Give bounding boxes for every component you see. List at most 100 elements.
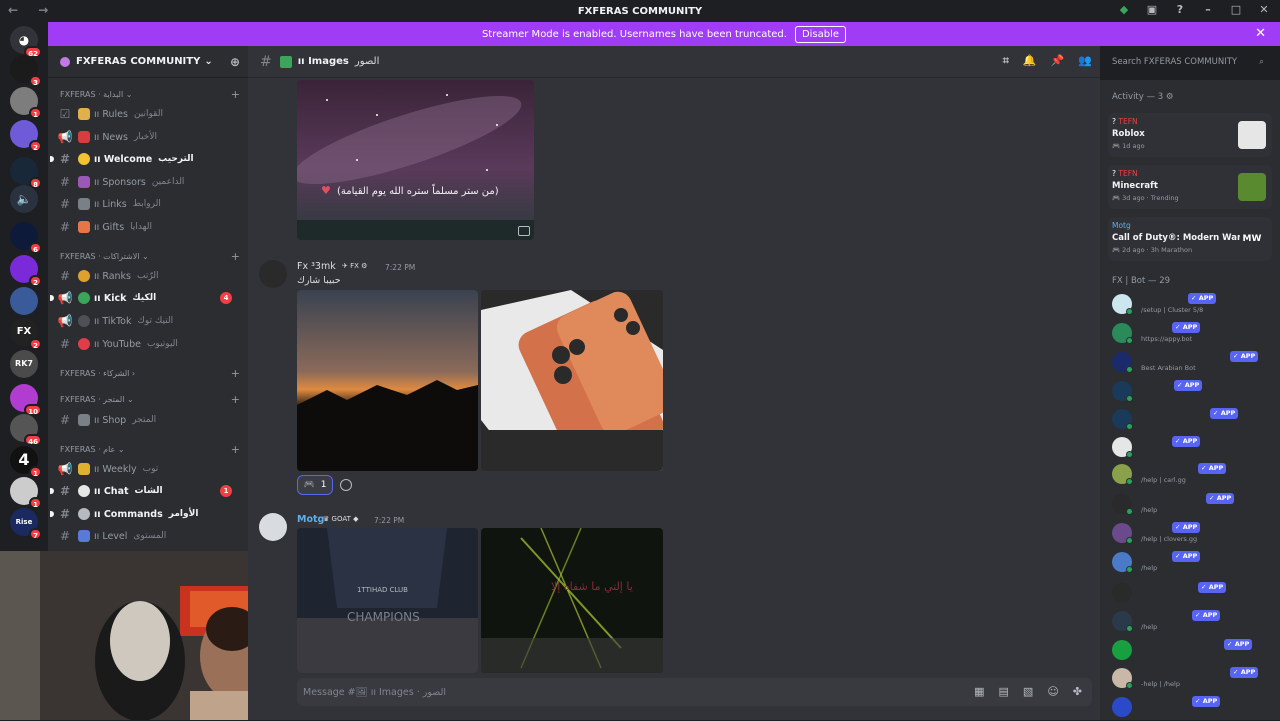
settings-icon[interactable]: ⚙ bbox=[1166, 92, 1174, 102]
message-author[interactable]: Fx ³3mk bbox=[297, 261, 336, 272]
create-channel-icon[interactable]: + bbox=[231, 250, 240, 263]
activity-card[interactable]: Motg Call of Duty®: Modern Warf... 🎮 2d … bbox=[1108, 217, 1272, 261]
channel-category[interactable]: FXFERAS · الاشتراكات ⌄ + bbox=[60, 250, 240, 266]
server-icon[interactable] bbox=[10, 287, 38, 315]
avatar[interactable] bbox=[259, 260, 287, 288]
member-item[interactable]: ✓ APP /help bbox=[1112, 609, 1272, 635]
image-text: يا إلتي ما شفاه إلا bbox=[551, 580, 633, 593]
channel-shop[interactable]: # ıı Shop المتجر bbox=[56, 410, 242, 430]
member-item[interactable]: ✓ APP /help | clovers.gg bbox=[1112, 521, 1272, 547]
image-text: 1TTIHAD CLUB bbox=[357, 586, 408, 594]
emoji-icon[interactable]: ☺ bbox=[1047, 685, 1058, 698]
activity-card[interactable]: ? TEFN Minecraft 🎮 3d ago · Trending bbox=[1108, 165, 1272, 209]
server-icon[interactable]: 2 bbox=[10, 120, 42, 152]
member-item[interactable]: ✓ APP -help | /help bbox=[1112, 666, 1272, 692]
trophy-icon bbox=[78, 463, 90, 475]
nitro-icon[interactable]: ◆ bbox=[1118, 3, 1130, 16]
member-item[interactable]: ✓ APP /help | carl.gg bbox=[1112, 462, 1272, 488]
minimize-icon[interactable]: – bbox=[1202, 3, 1214, 16]
create-channel-icon[interactable]: + bbox=[231, 393, 240, 406]
create-channel-icon[interactable]: + bbox=[231, 367, 240, 380]
member-item[interactable]: ✓ APP https://appy.bot bbox=[1112, 321, 1272, 347]
help-icon[interactable]: ? bbox=[1174, 3, 1186, 16]
search-input[interactable]: Search FXFERAS COMMUNITY ⌕ bbox=[1106, 52, 1270, 72]
app-badge: ✓ APP bbox=[1210, 408, 1239, 419]
reaction-pill[interactable]: 🎮 1 bbox=[297, 475, 333, 495]
members-icon[interactable]: 👥 bbox=[1078, 54, 1092, 68]
guild-header[interactable]: FXFERAS COMMUNITY ⌄ ⊕ bbox=[48, 46, 248, 78]
message-image[interactable] bbox=[297, 290, 478, 471]
channel-welcome[interactable]: # ıı Welcome الترحيب bbox=[50, 149, 242, 169]
channel-category[interactable]: FXFERAS · المتجر ⌄ + bbox=[60, 393, 240, 409]
channel-rules[interactable]: ☑ ıı Rules القوانين bbox=[56, 104, 242, 124]
member-item[interactable]: ✓ APP /setup | Cluster 5/8 bbox=[1112, 292, 1272, 318]
channel-commands[interactable]: # ıı Commands الأوامر bbox=[50, 504, 242, 524]
message-composer[interactable]: Message #🖼 ıı Images · الصور ▦ ▤ ▧ ☺ ✤ bbox=[297, 678, 1092, 706]
channel-category[interactable]: FXFERAS · الشركاء › + bbox=[60, 367, 240, 383]
message-image[interactable]: (من ستر مسلماً ستره الله يوم القيامة) ♥ bbox=[297, 80, 534, 240]
create-channel-icon[interactable]: + bbox=[231, 88, 240, 101]
member-item[interactable]: ✓ APP bbox=[1112, 638, 1272, 664]
message-image[interactable] bbox=[481, 290, 663, 471]
server-icon[interactable]: 8 bbox=[10, 157, 42, 189]
server-icon[interactable]: 6 bbox=[10, 222, 42, 254]
sticker-icon[interactable]: ▧ bbox=[1023, 685, 1033, 698]
maximize-icon[interactable]: □ bbox=[1230, 3, 1242, 16]
member-item[interactable]: ✓ APP bbox=[1112, 695, 1272, 721]
server-icon[interactable]: 3 bbox=[10, 55, 42, 87]
member-item[interactable]: ✓ APP /help bbox=[1112, 550, 1272, 576]
channel-weekly[interactable]: 📢 ıı Weekly توب bbox=[56, 459, 242, 479]
member-item[interactable]: ✓ APP bbox=[1112, 435, 1272, 461]
apps-icon[interactable]: ✤ bbox=[1073, 685, 1082, 698]
server-icon[interactable]: 2 bbox=[10, 255, 42, 287]
media-icon[interactable] bbox=[518, 226, 530, 236]
member-item[interactable]: ✓ APP /help bbox=[1112, 492, 1272, 518]
server-icon[interactable]: 1 bbox=[10, 477, 42, 509]
close-window-icon[interactable]: ✕ bbox=[1258, 3, 1270, 16]
channel-ranks[interactable]: # ıı Ranks الرّتب bbox=[56, 266, 242, 286]
server-icon[interactable]: 10 bbox=[10, 384, 42, 416]
channel-news[interactable]: 📢 ıı News الأخبار bbox=[56, 127, 242, 147]
message-author[interactable]: Motg bbox=[297, 514, 324, 525]
server-icon[interactable]: 1 bbox=[10, 87, 42, 119]
channel-level[interactable]: # ıı Level المستوى bbox=[56, 526, 242, 546]
gift-icon[interactable]: ▦ bbox=[974, 685, 984, 698]
channel-chat[interactable]: # ıı Chat الشات 1 bbox=[50, 481, 242, 501]
message-image[interactable]: يا إلتي ما شفاه إلا bbox=[481, 528, 663, 673]
activity-card[interactable]: ? TEFN Roblox 🎮 1d ago bbox=[1108, 113, 1272, 157]
channel-gifts[interactable]: # ıı Gifts الهدايا bbox=[56, 217, 242, 237]
channel-arabic-name: توب bbox=[142, 464, 159, 474]
channel-category[interactable]: FXFERAS · عام ⌄ + bbox=[60, 443, 240, 459]
member-item[interactable]: ✓ APP bbox=[1112, 379, 1272, 405]
member-item[interactable]: ✓ APP bbox=[1112, 581, 1272, 607]
bell-icon[interactable]: 🔔 bbox=[1023, 54, 1037, 68]
channel-links[interactable]: # ıı Links الروابط bbox=[56, 194, 242, 214]
channel-category[interactable]: FXFERAS · البداية ⌄ + bbox=[60, 88, 240, 104]
server-icon[interactable]: FX 2 bbox=[10, 318, 42, 350]
direct-messages-icon[interactable]: ◕ 62 bbox=[10, 26, 42, 58]
channel-kick[interactable]: 📢 ıı Kick الكيك 4 bbox=[50, 288, 242, 308]
inbox-icon[interactable]: ▣ bbox=[1146, 3, 1158, 16]
member-item[interactable]: ✓ APP Best Arabian Bot bbox=[1112, 350, 1272, 376]
avatar[interactable] bbox=[259, 513, 287, 541]
activity-meta: 🎮 1d ago bbox=[1112, 142, 1145, 150]
gif-icon[interactable]: ▤ bbox=[999, 685, 1009, 698]
server-icon[interactable]: 46 bbox=[10, 414, 42, 446]
add-reaction-icon[interactable] bbox=[340, 479, 352, 491]
channel-youtube[interactable]: # ıı YouTube اليوتيوب bbox=[56, 334, 242, 354]
disable-button[interactable]: Disable bbox=[794, 25, 847, 43]
server-icon[interactable]: 🔈 bbox=[10, 185, 38, 213]
channel-tiktok[interactable]: 📢 ıı TikTok التيك توك bbox=[56, 311, 242, 331]
create-channel-icon[interactable]: + bbox=[231, 443, 240, 456]
member-item[interactable]: ✓ APP bbox=[1112, 407, 1272, 433]
add-member-icon[interactable]: ⊕ bbox=[230, 55, 240, 69]
server-icon[interactable]: Rise 7 bbox=[10, 508, 42, 540]
history-nav[interactable]: ← → bbox=[8, 3, 56, 17]
close-banner-icon[interactable]: ✕ bbox=[1255, 26, 1266, 41]
channel-sponsors[interactable]: # ıı Sponsors الداعمين bbox=[56, 172, 242, 192]
message-image[interactable]: 1TTIHAD CLUB CHAMPIONS bbox=[297, 528, 478, 673]
pin-icon[interactable]: 📌 bbox=[1051, 54, 1065, 68]
threads-icon[interactable]: ⌗ bbox=[1003, 54, 1009, 68]
server-icon[interactable]: 4 1 bbox=[10, 446, 42, 478]
server-icon[interactable]: RK7 bbox=[10, 350, 38, 378]
